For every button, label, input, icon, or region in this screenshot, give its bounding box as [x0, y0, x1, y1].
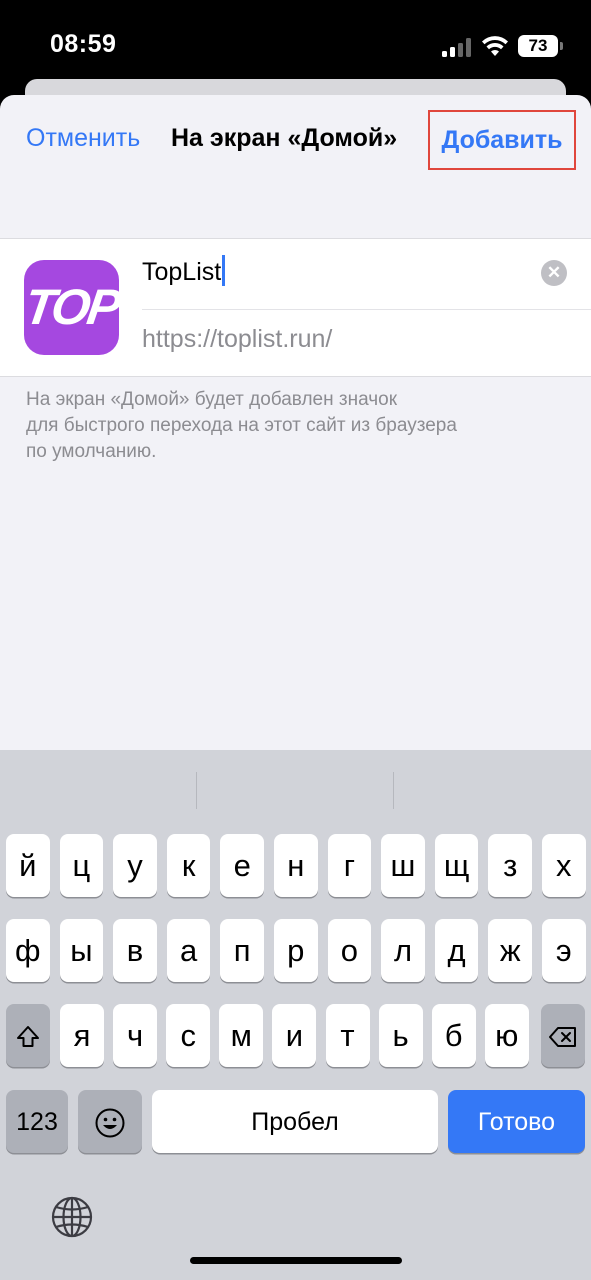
key-е[interactable]: е [220, 834, 264, 897]
keyboard: йцукенгшщзх фывапролджэ ячсмитьбю 123 Пр… [0, 750, 591, 1280]
nav-bar: Отменить На экран «Домой» Добавить [0, 95, 591, 185]
emoji-key[interactable] [78, 1090, 142, 1153]
key-к[interactable]: к [166, 834, 211, 897]
shift-icon [17, 1026, 39, 1048]
key-о[interactable]: о [327, 919, 372, 982]
key-а[interactable]: а [166, 919, 211, 982]
key-ю[interactable]: ю [484, 1004, 529, 1067]
key-ч[interactable]: ч [113, 1004, 158, 1067]
key-б[interactable]: б [431, 1004, 476, 1067]
suggestion-divider [393, 772, 394, 809]
key-э[interactable]: э [542, 919, 586, 982]
key-м[interactable]: м [219, 1004, 264, 1067]
key-ы[interactable]: ы [59, 919, 104, 982]
clear-icon[interactable]: ✕ [541, 260, 567, 286]
name-input[interactable]: TopList [142, 255, 562, 295]
status-time: 08:59 [50, 30, 117, 58]
note-line: по умолчанию. [26, 441, 157, 462]
text-caret [222, 255, 225, 286]
globe-icon[interactable] [49, 1194, 95, 1240]
home-indicator [190, 1257, 402, 1264]
done-key[interactable]: Готово [448, 1090, 585, 1153]
key-ж[interactable]: ж [488, 919, 532, 982]
key-н[interactable]: н [274, 834, 318, 897]
key-т[interactable]: т [325, 1004, 370, 1067]
app-icon-logo: TOP [24, 279, 119, 335]
key-л[interactable]: л [381, 919, 425, 982]
key-д[interactable]: д [434, 919, 479, 982]
add-button[interactable]: Добавить [428, 110, 576, 170]
numbers-key[interactable]: 123 [6, 1090, 68, 1153]
key-з[interactable]: з [488, 834, 532, 897]
signal-bars-icon [442, 38, 472, 57]
shift-key[interactable] [6, 1004, 50, 1067]
key-и[interactable]: и [272, 1004, 317, 1067]
key-я[interactable]: я [60, 1004, 104, 1067]
emoji-icon [95, 1108, 125, 1138]
description-note: На экран «Домой» будет добавлен значок д… [26, 387, 566, 465]
backspace-key[interactable] [541, 1004, 585, 1067]
url-label: https://toplist.run/ [142, 325, 333, 353]
key-п[interactable]: п [220, 919, 264, 982]
name-input-value: TopList [142, 258, 222, 286]
battery-icon: 73 [518, 35, 563, 57]
note-line: для быстрого перехода на этот сайт из бр… [26, 415, 457, 436]
battery-level: 73 [518, 35, 558, 57]
key-щ[interactable]: щ [434, 834, 479, 897]
app-icon: TOP [24, 260, 119, 355]
bookmark-form: TOP TopList ✕ https://toplist.run/ [0, 238, 591, 377]
suggestion-divider [196, 772, 197, 809]
key-с[interactable]: с [166, 1004, 211, 1067]
key-в[interactable]: в [113, 919, 157, 982]
key-й[interactable]: й [6, 834, 50, 897]
wifi-icon [482, 36, 508, 56]
key-г[interactable]: г [327, 834, 372, 897]
key-р[interactable]: р [274, 919, 318, 982]
backspace-icon [549, 1027, 576, 1048]
key-ш[interactable]: ш [381, 834, 425, 897]
key-ф[interactable]: ф [6, 919, 50, 982]
note-line: На экран «Домой» будет добавлен значок [26, 389, 398, 410]
key-ь[interactable]: ь [378, 1004, 423, 1067]
divider [142, 309, 591, 310]
cancel-button[interactable]: Отменить [26, 124, 140, 153]
key-у[interactable]: у [113, 834, 157, 897]
space-key[interactable]: Пробел [152, 1090, 438, 1153]
key-ц[interactable]: ц [59, 834, 104, 897]
page-title: На экран «Домой» [171, 124, 398, 152]
key-х[interactable]: х [542, 834, 586, 897]
